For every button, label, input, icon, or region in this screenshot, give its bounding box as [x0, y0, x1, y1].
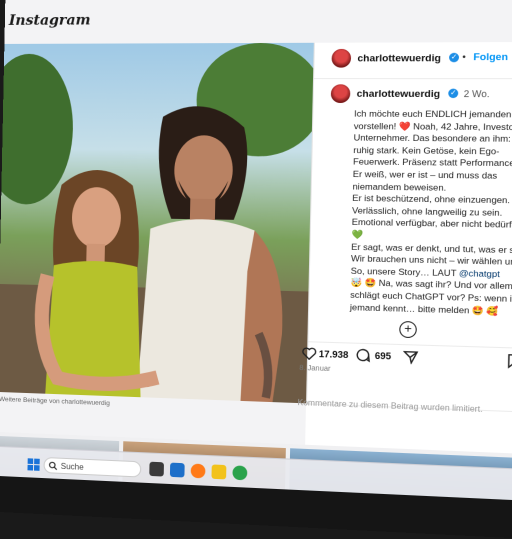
post-date: 8. Januar [299, 364, 331, 374]
avatar[interactable] [331, 48, 352, 68]
caption-author[interactable]: charlottewuerdig [357, 88, 441, 100]
post-time: 2 Wo. [463, 88, 490, 100]
caption-line: Ich möchte euch ENDLICH jemanden vorstel… [352, 108, 512, 169]
add-icon[interactable]: + [399, 320, 417, 339]
like-count: 17.938 [318, 348, 349, 361]
windows-icon[interactable] [27, 458, 40, 471]
caption-line: Er weiß, wer er ist – und muss das niema… [352, 168, 498, 193]
top-bar: Instagram [4, 0, 512, 45]
taskbar-app-icon[interactable] [190, 463, 206, 479]
taskbar-app-icon[interactable] [169, 462, 185, 478]
post-image[interactable] [0, 42, 314, 404]
caption-text: So, unsere Story… LAUT [350, 265, 457, 278]
screen: Instagram charlottewuerdig ✓ • Folgen ch… [0, 0, 512, 539]
verified-icon: ✓ [448, 52, 460, 63]
caption-line: 🤯 🤩 Na, was sagt ihr? Und vor allem, was… [349, 277, 512, 316]
taskbar-app-icon[interactable] [232, 465, 248, 481]
comment-count: 695 [374, 350, 392, 362]
more-posts-label[interactable]: Weitere Beiträge von charlottewuerdig [0, 396, 110, 407]
comment-icon[interactable] [355, 348, 370, 363]
search-label: Suche [60, 461, 84, 472]
follow-button[interactable]: Folgen [473, 52, 508, 64]
post-panel: charlottewuerdig ✓ • Folgen charlottewue… [299, 41, 512, 414]
post-header: charlottewuerdig ✓ • Folgen [314, 41, 512, 80]
woman-figure [27, 169, 164, 400]
bookmark-icon[interactable] [507, 354, 512, 369]
taskbar-app-icon[interactable] [149, 461, 164, 477]
author-name[interactable]: charlottewuerdig [357, 53, 441, 65]
caption-avatar[interactable] [330, 84, 351, 104]
separator: • [462, 51, 466, 63]
taskbar-search[interactable]: Suche [43, 456, 142, 478]
caption: Ich möchte euch ENDLICH jemanden vorstel… [350, 108, 512, 318]
mention-link[interactable]: @chatgpt [459, 267, 500, 278]
instagram-logo[interactable]: Instagram [9, 12, 91, 29]
search-icon [49, 461, 58, 470]
heart-icon[interactable] [302, 346, 317, 360]
share-icon[interactable] [403, 350, 419, 364]
verified-icon: ✓ [448, 88, 459, 99]
taskbar-app-icon[interactable] [211, 464, 227, 480]
